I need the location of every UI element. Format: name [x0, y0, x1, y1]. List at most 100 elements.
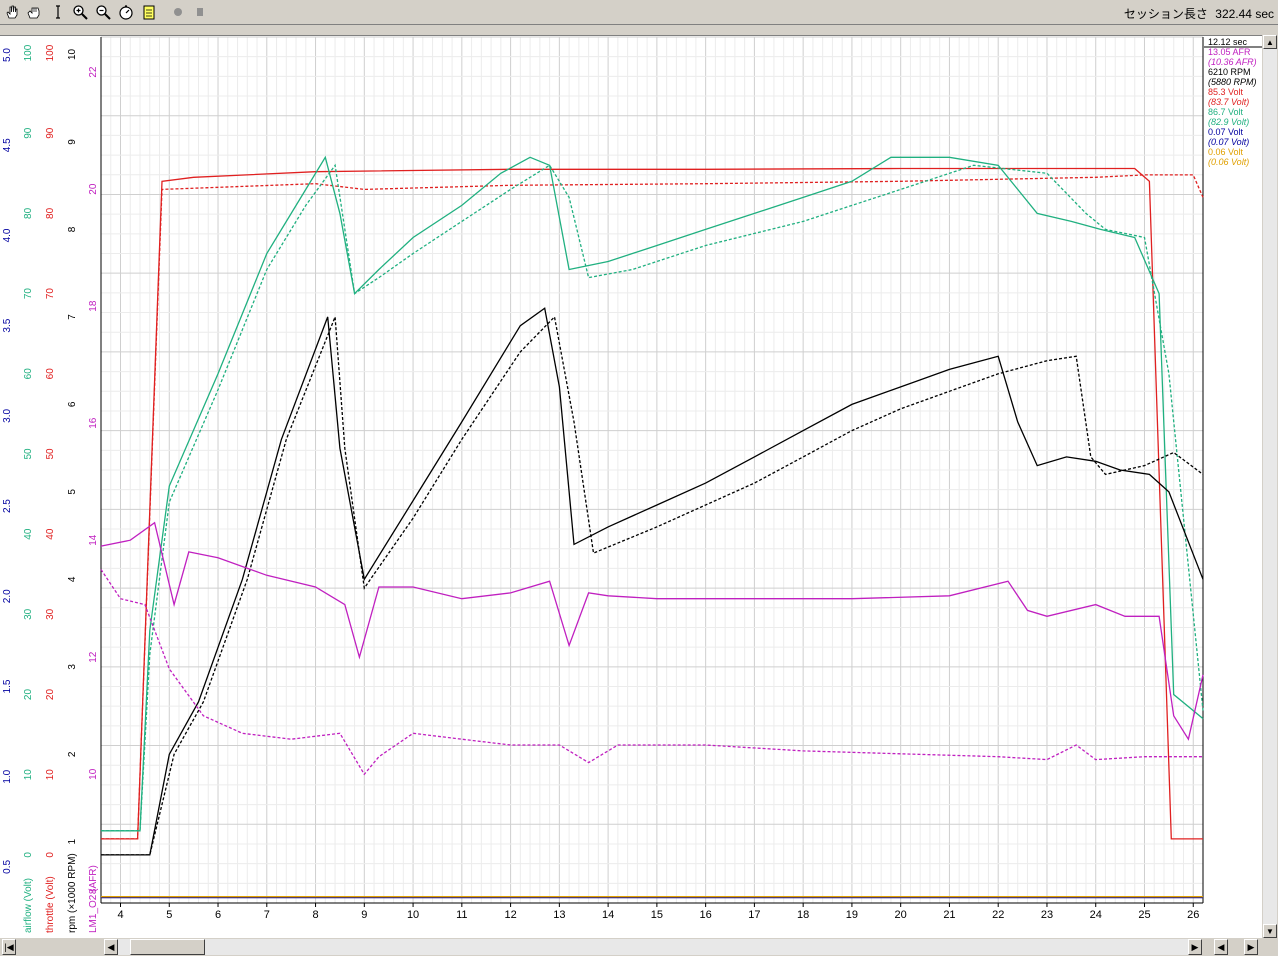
x-tick-label: 4 [117, 909, 123, 921]
axis-tick-label: 40 [45, 528, 56, 540]
axis-tick-label: 80 [45, 207, 56, 219]
axis-label: throttle (Volt) [45, 876, 56, 933]
scroll-track[interactable] [1263, 49, 1277, 924]
grab-hand-icon[interactable] [24, 2, 44, 22]
axis-tick-label: 1.0 [2, 769, 13, 783]
x-tick-label: 25 [1138, 909, 1150, 921]
x-tick-label: 13 [553, 909, 565, 921]
axis-tick-label: 60 [23, 368, 34, 380]
axis-tick-label: 10 [45, 769, 56, 781]
axis-label: LM1_O2 (AFR) [88, 865, 99, 933]
axis-tick-label: 40 [23, 528, 34, 540]
legend-entry: (83.7 Volt) [1208, 97, 1249, 107]
legend-entry: 6210 RPM [1208, 67, 1251, 77]
axis-tick-label: 70 [45, 288, 56, 300]
legend-entry: 13.05 AFR [1208, 47, 1251, 57]
axis-tick-label: 2.0 [2, 589, 13, 603]
axis-tick-label: 3.5 [2, 318, 13, 332]
x-tick-label: 7 [264, 909, 270, 921]
legend-entry: 86.7 Volt [1208, 107, 1244, 117]
x-tick-label: 20 [895, 909, 907, 921]
notepad-icon[interactable] [139, 2, 159, 22]
scroll-left-button[interactable]: ◀ [104, 939, 118, 955]
text-cursor-icon[interactable] [48, 2, 68, 22]
axis-tick-label: 90 [23, 127, 34, 139]
vertical-scrollbar[interactable]: ▲ ▼ [1262, 35, 1278, 938]
x-tick-label: 19 [846, 909, 858, 921]
axis-tick-label: 12 [88, 651, 99, 663]
hand-icon[interactable] [2, 2, 22, 22]
x-tick-label: 22 [992, 909, 1004, 921]
horizontal-scrollbar[interactable]: |◀ ◀ ▶ ◀ ▶ [0, 938, 1278, 956]
scroll-thumb[interactable] [130, 939, 205, 955]
axis-label: rpm (×1000 RPM) [67, 853, 78, 933]
zoom-in-icon[interactable] [70, 2, 90, 22]
x-tick-label: 18 [797, 909, 809, 921]
axis-tick-label: 10 [23, 769, 34, 781]
axis-tick-label: 5.0 [2, 48, 13, 62]
legend-entry: (82.9 Volt) [1208, 117, 1249, 127]
x-tick-label: 11 [456, 909, 467, 921]
axis-tick-label: 3.0 [2, 408, 13, 422]
axis-tick-label: 14 [88, 534, 99, 546]
axis-tick-label: 80 [23, 207, 34, 219]
axis-tick-label: 10 [67, 48, 78, 60]
scroll-up-button[interactable]: ▲ [1263, 35, 1277, 49]
x-tick-label: 21 [943, 909, 955, 921]
toolbar: セッション長さ 322.44 sec [0, 0, 1278, 25]
axis-tick-label: 1.5 [2, 679, 13, 693]
legend-entry: (10.36 AFR) [1208, 57, 1257, 67]
chart[interactable]: 0.5 1.0 1.5 2.0 2.5 3.0 3.5 4.0 4.5 5.0 0 10 20 30 40 5… [0, 35, 1262, 940]
axis-tick-label: 20 [45, 689, 56, 701]
axis-tick-label: 18 [88, 300, 99, 312]
scroll-left-button-2[interactable]: ◀ [1214, 939, 1228, 955]
axis-tick-label: 20 [88, 183, 99, 195]
axis-tick-label: 100 [45, 44, 56, 61]
legend-entry: 0.06 Volt [1208, 147, 1244, 157]
axis-tick-label: 6 [67, 401, 78, 407]
axis-tick-label: 4.0 [2, 228, 13, 242]
x-tick-label: 5 [166, 909, 172, 921]
stopwatch-icon[interactable] [116, 2, 136, 22]
axis-tick-label: 1 [67, 839, 78, 845]
axis-tick-label: 8 [67, 226, 78, 232]
x-tick-label: 15 [651, 909, 663, 921]
axis-tick-label: 100 [23, 44, 34, 61]
scroll-down-button[interactable]: ▼ [1263, 924, 1277, 938]
scroll-first-button[interactable]: |◀ [2, 939, 16, 955]
session-value: 322.44 sec [1215, 7, 1274, 21]
axis-tick-label: 4 [67, 576, 78, 582]
axis-tick-label: 50 [45, 448, 56, 460]
axis-tick-label: 50 [23, 448, 34, 460]
axis-tick-label: 0.5 [2, 860, 13, 874]
axis-tick-label: 20 [23, 689, 34, 701]
session-length: セッション長さ 322.44 sec [1120, 5, 1274, 22]
axis-tick-label: 0 [23, 852, 34, 858]
stop-icon[interactable] [190, 2, 210, 22]
zoom-out-icon[interactable] [93, 2, 113, 22]
scroll-track[interactable] [118, 939, 1188, 955]
axis-tick-label: 16 [88, 417, 99, 429]
scroll-right-button-2[interactable]: ▶ [1244, 939, 1258, 955]
x-tick-label: 17 [748, 909, 760, 921]
x-tick-label: 23 [1041, 909, 1053, 921]
x-tick-label: 14 [602, 909, 614, 921]
plot-area: 0.5 1.0 1.5 2.0 2.5 3.0 3.5 4.0 4.5 5.0 0 10 20 30 40 5… [0, 35, 1278, 940]
axis-tick-label: 4.5 [2, 138, 13, 152]
legend-entry: 85.3 Volt [1208, 87, 1244, 97]
axis-tick-label: 90 [45, 127, 56, 139]
legend-entry: (0.07 Volt) [1208, 137, 1249, 147]
axis-tick-label: 22 [88, 66, 99, 78]
axis-tick-label: 10 [88, 768, 99, 780]
x-tick-label: 6 [215, 909, 221, 921]
x-tick-label: 12 [504, 909, 516, 921]
axis-tick-label: 30 [23, 608, 34, 620]
axis-tick-label: 9 [67, 139, 78, 145]
x-tick-label: 24 [1090, 909, 1102, 921]
axis-tick-label: 2.5 [2, 499, 13, 513]
scroll-right-button[interactable]: ▶ [1188, 939, 1202, 955]
record-icon[interactable] [168, 2, 188, 22]
axis-tick-label: 7 [67, 314, 78, 320]
axis-tick-label: 60 [45, 368, 56, 380]
session-label: セッション長さ [1123, 7, 1208, 21]
